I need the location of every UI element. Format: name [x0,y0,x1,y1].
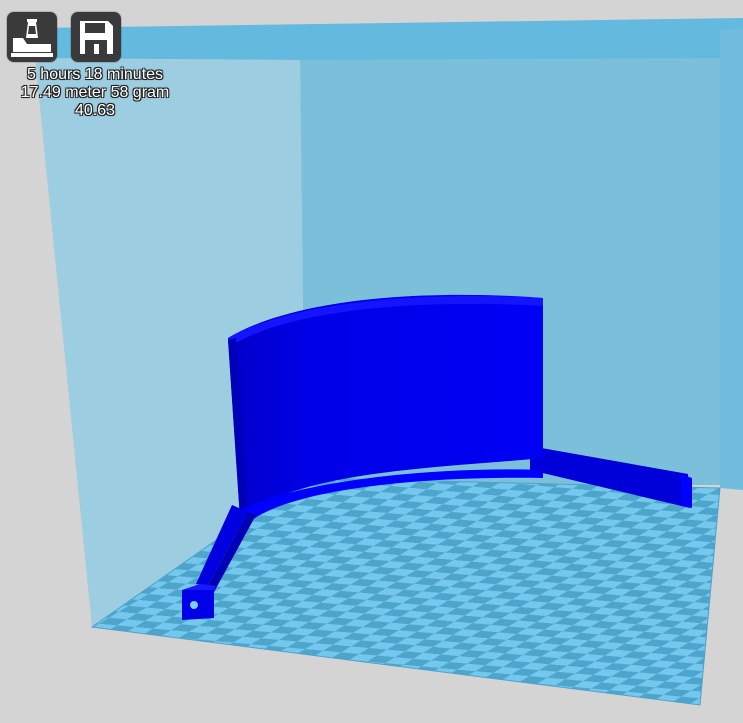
print-button[interactable] [7,12,57,62]
build-volume-right-edge [720,28,743,490]
print-time-text: 5 hours 18 minutes [26,66,164,83]
save-floppy-icon [80,21,113,54]
save-button[interactable] [71,12,121,62]
print-cost-text: 40.63 [74,102,116,119]
build-volume-top [35,18,743,60]
model-mount-tab [182,588,214,620]
model-mount-hole [190,601,198,609]
print-info-panel: 5 hours 18 minutes 17.49 meter 58 gram 4… [0,66,190,120]
3d-viewport[interactable]: 5 hours 18 minutes 17.49 meter 58 gram 4… [0,0,743,723]
material-usage-text: 17.49 meter 58 gram [20,84,170,101]
print-to-printer-icon [11,19,53,57]
